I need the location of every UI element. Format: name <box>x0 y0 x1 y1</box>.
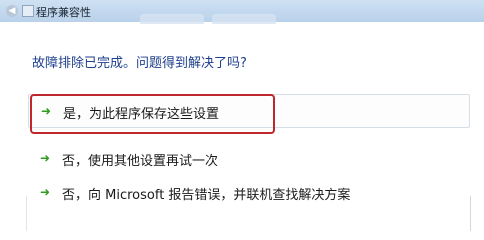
app-icon <box>22 5 34 17</box>
green-arrow-icon: ➜ <box>40 185 51 199</box>
option-report-error[interactable]: ➜ 否，向 Microsoft 报告错误，并联机查找解决方案 <box>28 176 468 210</box>
blurred-tab <box>212 14 276 24</box>
question-heading: 故障排除已完成。问题得到解决了吗? <box>32 56 247 71</box>
back-arrow-icon[interactable]: ◀ <box>6 5 18 17</box>
highlight-box <box>30 94 275 134</box>
blurred-tabs <box>140 14 276 24</box>
green-arrow-icon: ➜ <box>40 151 51 165</box>
title-bar: ◀ 程序兼容性 <box>0 0 484 24</box>
window-title: 程序兼容性 <box>36 6 91 19</box>
frame-line <box>26 196 27 231</box>
option-label: 否，向 Microsoft 报告错误，并联机查找解决方案 <box>62 188 351 203</box>
option-try-other-settings[interactable]: ➜ 否，使用其他设置再试一次 <box>28 142 448 176</box>
frame-line <box>470 196 471 231</box>
title-icons: ◀ <box>6 5 34 17</box>
blurred-tab <box>140 14 204 24</box>
option-label: 否，使用其他设置再试一次 <box>62 154 219 169</box>
